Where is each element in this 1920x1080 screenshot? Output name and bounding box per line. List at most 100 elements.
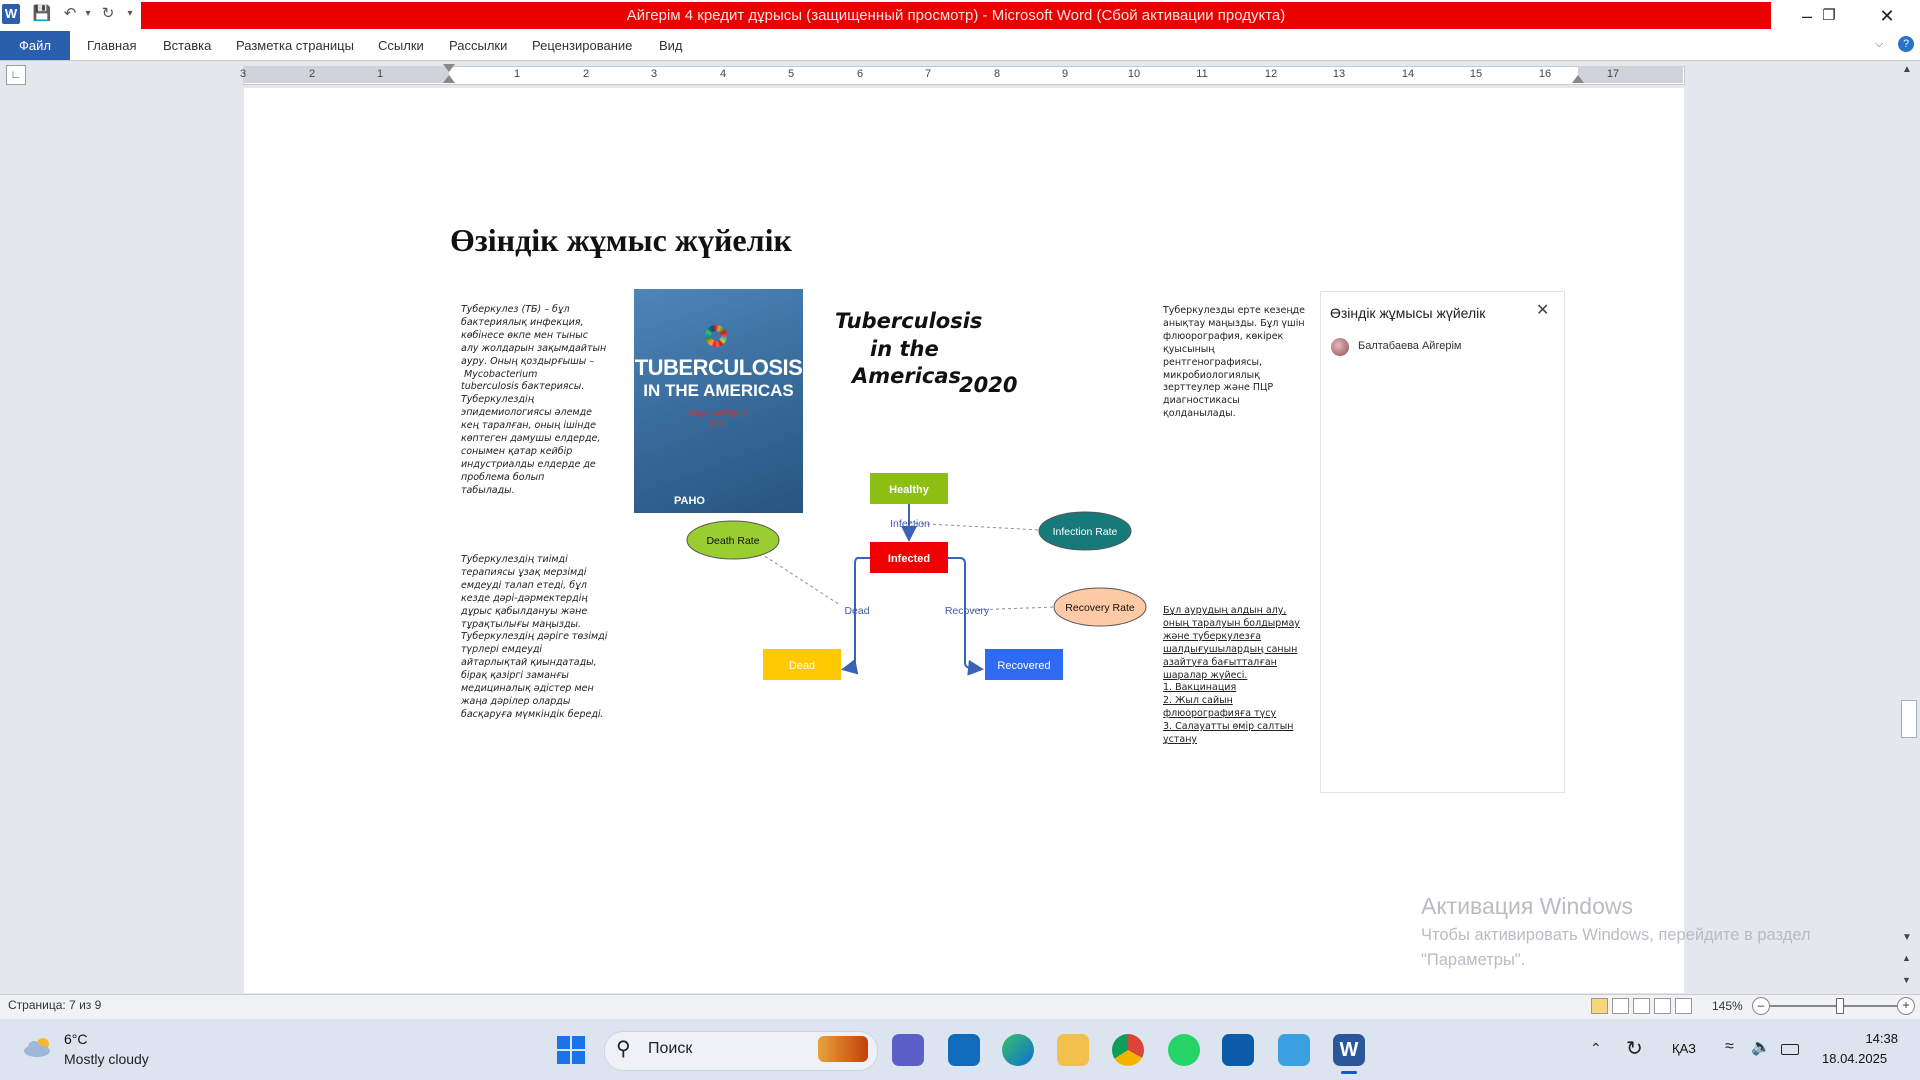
tab-page-layout[interactable]: Разметка страницы bbox=[236, 31, 354, 60]
paragraph-line: бірақ қазіргі заманғы bbox=[461, 670, 569, 682]
paragraph-line: сонымен қатар кейбір bbox=[461, 445, 573, 457]
windows-start-icon[interactable] bbox=[557, 1036, 585, 1064]
tab-home[interactable]: Главная bbox=[87, 31, 136, 60]
ruler-label: 8 bbox=[993, 68, 1001, 80]
paragraph-line: медициналық әдістер мен bbox=[461, 683, 594, 695]
edge-icon[interactable] bbox=[1002, 1034, 1034, 1066]
ruler-label: 1 bbox=[513, 68, 521, 80]
zoom-slider[interactable] bbox=[1770, 1005, 1900, 1007]
undo-icon[interactable]: ↶ bbox=[60, 4, 80, 24]
close-icon[interactable]: ✕ bbox=[1536, 300, 1549, 320]
indent-marker-icon[interactable] bbox=[443, 64, 455, 72]
paragraph-line: айтарлықтай қиындатады, bbox=[461, 657, 597, 669]
paragraph-line: проблема болып bbox=[461, 471, 545, 483]
close-button[interactable]: ✕ bbox=[1864, 2, 1910, 30]
vertical-scrollbar[interactable] bbox=[1895, 61, 1920, 993]
tab-review[interactable]: Рецензирование bbox=[532, 31, 632, 60]
infected-label: Infected bbox=[888, 553, 930, 565]
draft-view-icon[interactable] bbox=[1675, 998, 1692, 1014]
scroll-up-icon[interactable]: ▲ bbox=[1902, 64, 1912, 75]
ruler-label: 14 bbox=[1401, 68, 1415, 80]
ruler-label: 2 bbox=[582, 68, 590, 80]
tab-references[interactable]: Ссылки bbox=[378, 31, 424, 60]
restore-icon[interactable]: ❐ bbox=[1806, 2, 1852, 30]
tab-insert[interactable]: Вставка bbox=[163, 31, 211, 60]
notepad-icon[interactable] bbox=[1278, 1034, 1310, 1066]
web-layout-view-icon[interactable] bbox=[1633, 998, 1650, 1014]
active-app-indicator bbox=[1341, 1071, 1357, 1074]
paragraph-line: алу жолдарын зақымдайтын bbox=[461, 342, 607, 354]
outlook-new-icon[interactable] bbox=[948, 1034, 980, 1066]
paragraph-line: Туберкулезды ерте кезеңде bbox=[1163, 305, 1306, 316]
status-bar bbox=[0, 994, 1920, 1019]
language-indicator[interactable]: ҚАЗ bbox=[1672, 1041, 1696, 1056]
paragraph-line: кең таралған, оның ішінде bbox=[461, 420, 596, 432]
tab-view[interactable]: Вид bbox=[659, 31, 683, 60]
weather-temperature[interactable]: 6°C bbox=[64, 1031, 88, 1047]
ribbon-collapse-icon[interactable]: ⌵ bbox=[1875, 38, 1883, 51]
ruler-label: 7 bbox=[924, 68, 932, 80]
paragraph-line: Туберкулездің тиімді bbox=[461, 554, 568, 565]
ruler-label: 15 bbox=[1469, 68, 1483, 80]
teams-icon[interactable] bbox=[892, 1034, 924, 1066]
clock-time[interactable]: 14:38 bbox=[1858, 1031, 1898, 1046]
word-app-icon[interactable]: W bbox=[2, 4, 20, 24]
show-hidden-icons-icon[interactable]: ⌃ bbox=[1590, 1040, 1602, 1057]
previous-page-icon[interactable]: ▲ bbox=[1902, 953, 1911, 963]
volume-icon[interactable]: 🔈 bbox=[1751, 1037, 1771, 1057]
recovery-rate-label: Recovery Rate bbox=[1065, 602, 1135, 614]
outlook-icon[interactable] bbox=[1222, 1034, 1254, 1066]
word-taskbar-icon[interactable]: W bbox=[1333, 1034, 1365, 1066]
paragraph-line: 3. Салауатты өмір салтын bbox=[1163, 721, 1294, 733]
redo-icon[interactable]: ↻ bbox=[98, 4, 118, 24]
scrollbar-thumb[interactable] bbox=[1901, 700, 1917, 738]
healthy-label: Healthy bbox=[889, 484, 930, 496]
paragraph-line: және туберкулезға bbox=[1163, 630, 1262, 642]
paragraph-line: дұрыс қабылдануы және bbox=[461, 605, 588, 617]
print-layout-view-icon[interactable] bbox=[1591, 998, 1608, 1014]
wifi-icon[interactable]: ≈ bbox=[1725, 1038, 1734, 1056]
paragraph-line: индустриалды елдерде де bbox=[461, 458, 596, 470]
zoom-slider-handle[interactable] bbox=[1836, 998, 1844, 1014]
tab-selector-button[interactable]: ∟ bbox=[6, 65, 26, 85]
clock-date[interactable]: 18.04.2025 bbox=[1822, 1051, 1887, 1066]
paragraph-line: зерттеулер және ПЦР bbox=[1163, 382, 1274, 394]
undo-dropdown-icon[interactable]: ▾ bbox=[78, 4, 98, 24]
tb-title-line3: Americas bbox=[852, 364, 962, 388]
indent-marker-icon[interactable] bbox=[443, 75, 455, 83]
paragraph-line: қуысының bbox=[1163, 343, 1215, 355]
ruler-label: 9 bbox=[1061, 68, 1069, 80]
death-rate-label: Death Rate bbox=[706, 535, 759, 547]
tab-mailings[interactable]: Рассылки bbox=[449, 31, 507, 60]
help-icon[interactable]: ? bbox=[1898, 36, 1914, 52]
zoom-in-icon[interactable]: + bbox=[1897, 997, 1915, 1015]
tab-file[interactable]: Файл bbox=[0, 31, 70, 60]
tb-title-year: 2020 bbox=[959, 373, 1018, 397]
right-indent-marker-icon[interactable] bbox=[1572, 75, 1584, 83]
save-icon[interactable]: 💾 bbox=[32, 4, 52, 24]
file-explorer-icon[interactable] bbox=[1057, 1034, 1089, 1066]
outline-view-icon[interactable] bbox=[1654, 998, 1671, 1014]
paragraph-line: анықтау маңызды. Бұл үшін bbox=[1163, 317, 1305, 329]
ruler-label: 17 bbox=[1606, 68, 1620, 80]
zoom-level[interactable]: 145% bbox=[1712, 999, 1743, 1013]
page-count[interactable]: Страница: 7 из 9 bbox=[8, 998, 101, 1012]
left-paragraph-2: Туберкулездің тиімді терапиясы ұзақ мерзі… bbox=[461, 554, 626, 722]
comment-title: Өзіндік жұмысы жүйелік bbox=[1330, 305, 1486, 321]
battery-icon[interactable] bbox=[1781, 1044, 1799, 1055]
whatsapp-icon[interactable] bbox=[1168, 1034, 1200, 1066]
full-screen-reading-view-icon[interactable] bbox=[1612, 998, 1629, 1014]
weather-cloud-icon[interactable] bbox=[22, 1036, 56, 1058]
sync-icon[interactable]: ↻ bbox=[1626, 1036, 1643, 1061]
ruler-label: 11 bbox=[1196, 68, 1208, 80]
scroll-down-icon[interactable]: ▼ bbox=[1902, 932, 1912, 943]
infection-edge-label: Infection bbox=[890, 518, 930, 530]
zoom-out-icon[interactable]: – bbox=[1752, 997, 1770, 1015]
avatar bbox=[1331, 338, 1349, 356]
comment-pane[interactable] bbox=[1320, 291, 1565, 793]
next-page-icon[interactable]: ▼ bbox=[1902, 975, 1911, 985]
chrome-icon[interactable] bbox=[1112, 1034, 1144, 1066]
customize-quick-access-icon[interactable]: ▾ bbox=[120, 4, 140, 24]
search-icon: ⚲ bbox=[616, 1038, 631, 1060]
weather-description[interactable]: Mostly cloudy bbox=[64, 1051, 149, 1067]
